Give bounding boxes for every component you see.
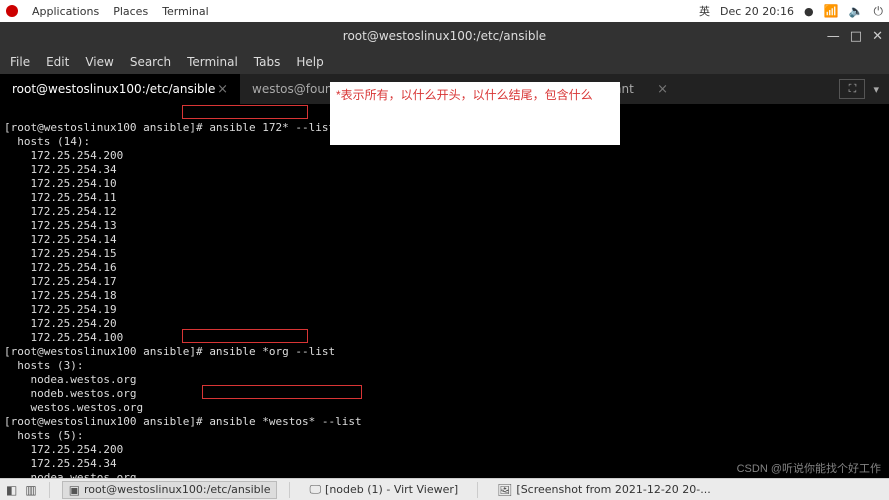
output-line: 172.25.254.14: [4, 233, 117, 246]
close-button[interactable]: ✕: [872, 29, 883, 44]
menu-applications[interactable]: Applications: [32, 5, 99, 18]
output-line: 172.25.254.18: [4, 289, 117, 302]
taskbar-label: [nodeb (1) - Virt Viewer]: [325, 483, 458, 496]
menu-file[interactable]: File: [10, 55, 30, 69]
close-icon[interactable]: ×: [657, 82, 668, 97]
output-line: nodea.westos.org: [4, 471, 136, 478]
output-line: hosts (3):: [4, 359, 83, 372]
output-line: 172.25.254.17: [4, 275, 117, 288]
command-2: ansible *org --list: [209, 345, 335, 358]
annotation-note: *表示所有，以什么开头，以什么结尾，包含什么: [330, 82, 620, 145]
clock[interactable]: Dec 20 20:16: [720, 5, 794, 18]
output-line: nodea.westos.org: [4, 373, 136, 386]
image-icon: 🖼: [497, 483, 512, 497]
minimize-button[interactable]: —: [827, 29, 840, 44]
output-line: nodeb.westos.org: [4, 387, 136, 400]
menu-search[interactable]: Search: [130, 55, 171, 69]
menu-terminal[interactable]: Terminal: [187, 55, 238, 69]
menu-places[interactable]: Places: [113, 5, 148, 18]
window-title: root@westoslinux100:/etc/ansible: [343, 29, 546, 43]
output-line: 172.25.254.16: [4, 261, 117, 274]
taskbar-label: [Screenshot from 2021-12-20 20-...: [516, 483, 710, 496]
output-line: 172.25.254.10: [4, 177, 117, 190]
prompt: [root@westoslinux100 ansible]#: [4, 121, 203, 134]
gnome-taskbar: ◧ ▥ ▣ root@westoslinux100:/etc/ansible 🖵…: [0, 478, 889, 500]
highlight-box-2: [182, 329, 308, 343]
output-line: 172.25.254.20: [4, 317, 117, 330]
menu-edit[interactable]: Edit: [46, 55, 69, 69]
prompt: [root@westoslinux100 ansible]#: [4, 345, 203, 358]
tab-1[interactable]: root@westoslinux100:/etc/ansible ×: [0, 74, 240, 104]
network-icon[interactable]: 📶: [824, 4, 839, 18]
watermark: CSDN @听说你能找个好工作: [737, 460, 881, 476]
output-line: 172.25.254.34: [4, 163, 117, 176]
highlight-box-1: [182, 105, 308, 119]
taskbar-item-screenshot[interactable]: 🖼 [Screenshot from 2021-12-20 20-...: [490, 481, 718, 499]
output-line: 172.25.254.100: [4, 331, 123, 344]
status-dot-icon: ●: [804, 5, 814, 18]
terminal-icon: ▣: [69, 483, 80, 497]
output-line: 172.25.254.200: [4, 443, 123, 456]
prompt: [root@westoslinux100 ansible]#: [4, 415, 203, 428]
output-line: 172.25.254.19: [4, 303, 117, 316]
monitor-icon: 🖵: [309, 482, 321, 497]
command-1: ansible 172* --list: [209, 121, 335, 134]
menu-view[interactable]: View: [85, 55, 113, 69]
menu-tabs[interactable]: Tabs: [254, 55, 281, 69]
show-desktop-icon[interactable]: ◧: [6, 483, 17, 497]
output-line: hosts (14):: [4, 135, 90, 148]
output-line: 172.25.254.11: [4, 191, 117, 204]
taskbar-item-terminal[interactable]: ▣ root@westoslinux100:/etc/ansible: [62, 481, 278, 499]
output-line: 172.25.254.34: [4, 457, 117, 470]
activities-logo-icon[interactable]: [6, 5, 18, 17]
output-line: westos.westos.org: [4, 401, 143, 414]
terminal-body[interactable]: [root@westoslinux100 ansible]# ansible 1…: [0, 104, 889, 478]
annotation-text: *表示所有，以什么开头，以什么结尾，包含什么: [336, 88, 593, 102]
taskbar-label: root@westoslinux100:/etc/ansible: [84, 483, 270, 496]
new-tab-button[interactable]: ⛶: [839, 79, 865, 99]
output-line: 172.25.254.13: [4, 219, 117, 232]
menu-help[interactable]: Help: [296, 55, 323, 69]
gnome-top-bar: Applications Places Terminal 英 Dec 20 20…: [0, 0, 889, 22]
tab-label: root@westoslinux100:/etc/ansible: [12, 82, 215, 96]
workspace-switcher-icon[interactable]: ▥: [25, 483, 36, 497]
window-titlebar[interactable]: root@westoslinux100:/etc/ansible — □ ✕: [0, 22, 889, 50]
output-line: 172.25.254.15: [4, 247, 117, 260]
highlight-box-3: [202, 385, 362, 399]
taskbar-item-virt-viewer[interactable]: 🖵 [nodeb (1) - Virt Viewer]: [302, 481, 465, 499]
sound-icon[interactable]: 🔈: [849, 4, 864, 18]
command-3: ansible *westos* --list: [209, 415, 361, 428]
maximize-button[interactable]: □: [850, 29, 862, 44]
menu-terminal[interactable]: Terminal: [162, 5, 209, 18]
input-method-indicator[interactable]: 英: [699, 3, 710, 19]
power-icon[interactable]: ⏻: [874, 4, 884, 19]
window-menubar: File Edit View Search Terminal Tabs Help: [0, 50, 889, 74]
output-line: 172.25.254.200: [4, 149, 123, 162]
close-icon[interactable]: ×: [217, 82, 228, 97]
output-line: hosts (5):: [4, 429, 83, 442]
tab-menu-chevron-icon[interactable]: ▾: [873, 83, 879, 96]
output-line: 172.25.254.12: [4, 205, 117, 218]
